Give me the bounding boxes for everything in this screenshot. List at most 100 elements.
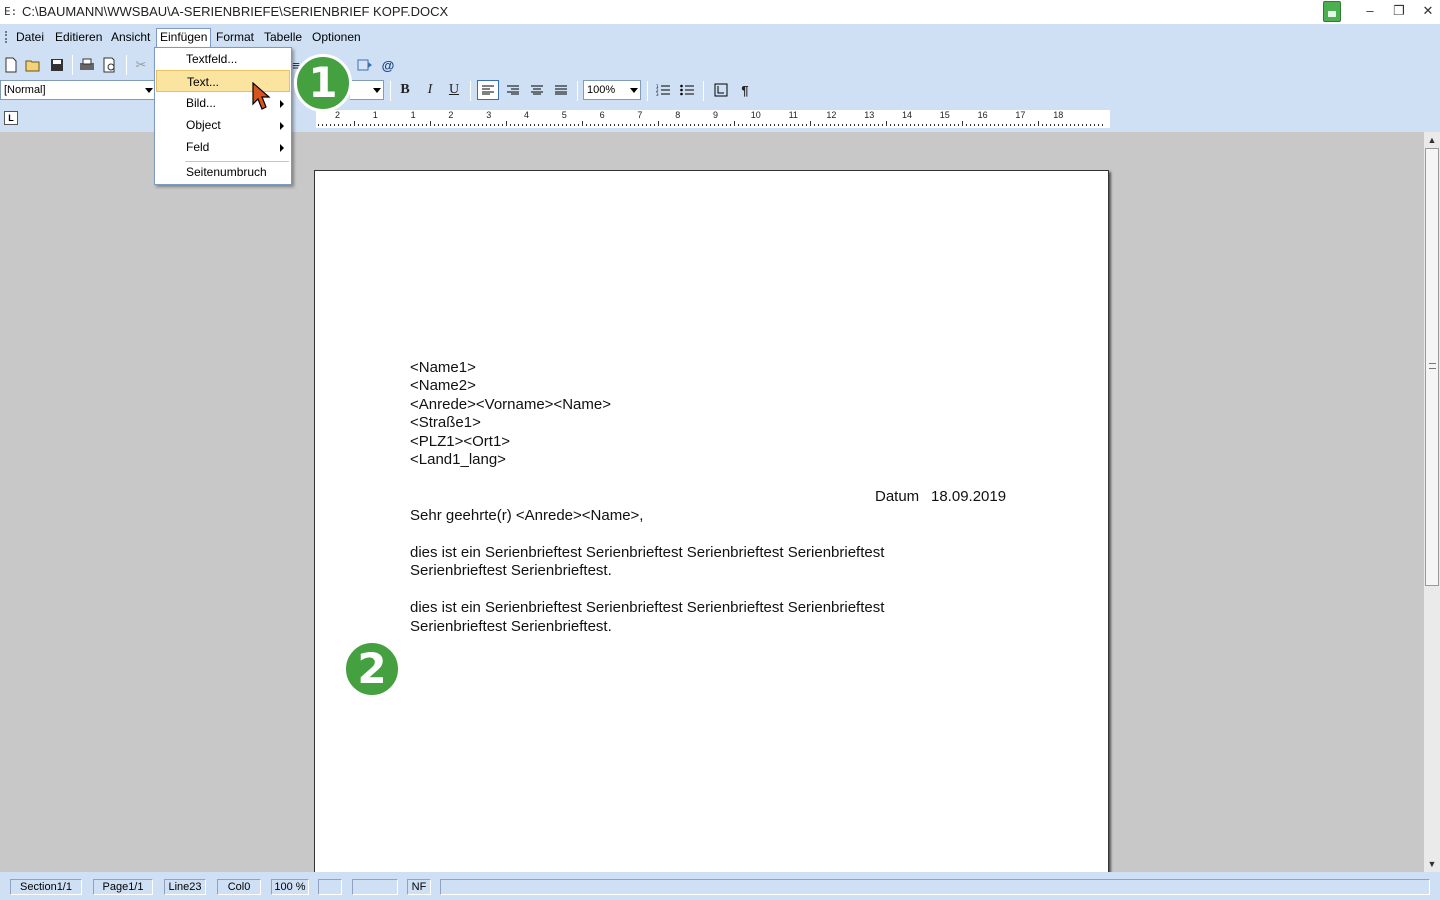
ruler-tick — [490, 124, 491, 126]
underline-button[interactable]: U — [445, 81, 463, 99]
menu-datei[interactable]: Datei — [13, 30, 47, 46]
align-right-icon[interactable] — [504, 81, 522, 99]
italic-button[interactable]: I — [421, 81, 439, 99]
ruler-tick — [970, 124, 971, 126]
address-line-land[interactable]: <Land1_lang> — [410, 451, 506, 468]
frame-icon[interactable] — [712, 81, 730, 99]
menu-item-feld[interactable]: Feld — [156, 136, 290, 158]
address-line-name2[interactable]: <Name2> — [410, 377, 476, 394]
ruler-tick — [542, 124, 543, 126]
menu-optionen[interactable]: Optionen — [309, 30, 364, 46]
ruler-tick — [390, 124, 391, 126]
salutation-line[interactable]: Sehr geehrte(r) <Anrede><Name>, — [410, 507, 643, 524]
save-status-icon[interactable] — [1323, 1, 1341, 22]
title-bar: E: C:\BAUMANN\WWSBAU\A-SERIENBRIEFE\SERI… — [0, 0, 1440, 24]
ruler-tick — [638, 124, 639, 126]
minimize-button[interactable]: – — [1359, 2, 1381, 20]
ruler-tick — [362, 124, 363, 126]
ruler-tick — [1002, 124, 1003, 126]
paragraph-1-line-1[interactable]: dies ist ein Serienbrieftest Serienbrief… — [410, 544, 884, 561]
zoom-select[interactable]: 100% — [583, 80, 641, 100]
scrollbar-thumb[interactable] — [1425, 148, 1439, 586]
svg-text:3: 3 — [656, 92, 659, 96]
paragraph-2-line-2[interactable]: Serienbrieftest Serienbrieftest. — [410, 618, 612, 635]
ruler-tick — [354, 121, 355, 126]
bold-button[interactable]: B — [396, 81, 414, 99]
ruler-tick — [714, 124, 715, 126]
numbered-list-icon[interactable]: 123 — [654, 81, 672, 99]
menu-item-textfeld[interactable]: Textfeld... — [156, 48, 290, 70]
ruler-tick — [442, 124, 443, 126]
address-line-name1[interactable]: <Name1> — [410, 359, 476, 376]
horizontal-ruler[interactable]: 2 1 1 2 3 4 5 6 7 8 9 10 11 12 13 14 15 16 17 18 — [316, 110, 1110, 128]
ruler-tick — [722, 124, 723, 126]
ruler-tick — [534, 124, 535, 126]
menu-item-object[interactable]: Object — [156, 114, 290, 136]
menu-ansicht[interactable]: Ansicht — [108, 30, 153, 46]
ruler-tick — [690, 124, 691, 126]
ruler-tick — [666, 124, 667, 126]
ruler-tick — [662, 124, 663, 126]
menu-einfuegen[interactable]: Einfügen — [156, 28, 212, 48]
align-center-icon[interactable] — [528, 81, 546, 99]
address-line-strasse[interactable]: <Straße1> — [410, 414, 481, 431]
address-line-plz-ort[interactable]: <PLZ1><Ort1> — [410, 433, 510, 450]
ruler-tick — [922, 124, 923, 126]
ruler-label: 9 — [713, 110, 719, 120]
style-select[interactable]: [Normal] — [0, 80, 156, 100]
email-at-icon[interactable]: @ — [379, 56, 397, 74]
ruler-tick — [874, 124, 875, 126]
print-preview-icon[interactable] — [101, 56, 119, 74]
document-page[interactable]: <Name1> <Name2> <Anrede><Vorname><Name> … — [314, 170, 1109, 872]
chevron-down-icon — [145, 88, 153, 93]
ruler-tick — [846, 124, 847, 126]
ruler-tick — [706, 124, 707, 126]
ruler-tick — [1066, 124, 1067, 126]
ruler-tick — [930, 124, 931, 126]
menu-item-seitenumbruch[interactable]: Seitenumbruch — [156, 161, 290, 183]
menu-editieren[interactable]: Editieren — [52, 30, 105, 46]
ruler-tick — [718, 124, 719, 126]
address-line-anrede[interactable]: <Anrede><Vorname><Name> — [410, 396, 611, 413]
paragraph-2-line-1[interactable]: dies ist ein Serienbrieftest Serienbrief… — [410, 599, 884, 616]
insert-field-icon[interactable] — [356, 56, 374, 74]
vertical-scrollbar[interactable]: ▲ ▼ — [1424, 132, 1440, 872]
ruler-tick — [986, 124, 987, 126]
ruler-tick — [1018, 124, 1019, 126]
scroll-up-arrow-icon[interactable]: ▲ — [1424, 132, 1440, 148]
cut-scissors-icon[interactable]: ✂ — [132, 56, 150, 74]
pilcrow-icon[interactable]: ¶ — [736, 81, 754, 99]
ruler-tick — [466, 124, 467, 126]
font-size-select[interactable] — [350, 80, 384, 100]
open-folder-icon[interactable] — [24, 56, 42, 74]
menu-tabelle[interactable]: Tabelle — [261, 30, 305, 46]
align-left-icon[interactable] — [477, 80, 499, 100]
ruler-tick — [854, 124, 855, 126]
ruler-tick — [902, 124, 903, 126]
save-disk-icon[interactable] — [48, 56, 66, 74]
paragraph-1-line-2[interactable]: Serienbrieftest Serienbrieftest. — [410, 562, 612, 579]
ruler-tick — [774, 124, 775, 126]
restore-button[interactable]: ❐ — [1388, 2, 1410, 20]
ruler-tick — [1006, 124, 1007, 126]
ruler-tick — [834, 124, 835, 126]
ruler-tick — [574, 124, 575, 126]
print-icon[interactable] — [78, 56, 96, 74]
ruler-tick — [506, 121, 507, 126]
date-label[interactable]: Datum — [875, 488, 919, 505]
new-document-icon[interactable] — [2, 56, 20, 74]
date-value[interactable]: 18.09.2019 — [931, 488, 1006, 505]
ruler-tick — [866, 124, 867, 126]
menu-format[interactable]: Format — [213, 30, 257, 46]
ruler-tick — [686, 124, 687, 126]
close-button[interactable]: ✕ — [1417, 2, 1439, 20]
ruler-tick — [1090, 124, 1091, 126]
bullet-list-icon[interactable] — [678, 81, 696, 99]
ruler-tick — [630, 124, 631, 126]
scroll-down-arrow-icon[interactable]: ▼ — [1424, 856, 1440, 872]
tab-type-selector[interactable]: L — [4, 111, 18, 125]
align-justify-icon[interactable] — [552, 81, 570, 99]
callout-step-1: 1 — [294, 54, 352, 112]
submenu-arrow-icon — [280, 100, 284, 108]
ruler-tick — [1070, 124, 1071, 126]
